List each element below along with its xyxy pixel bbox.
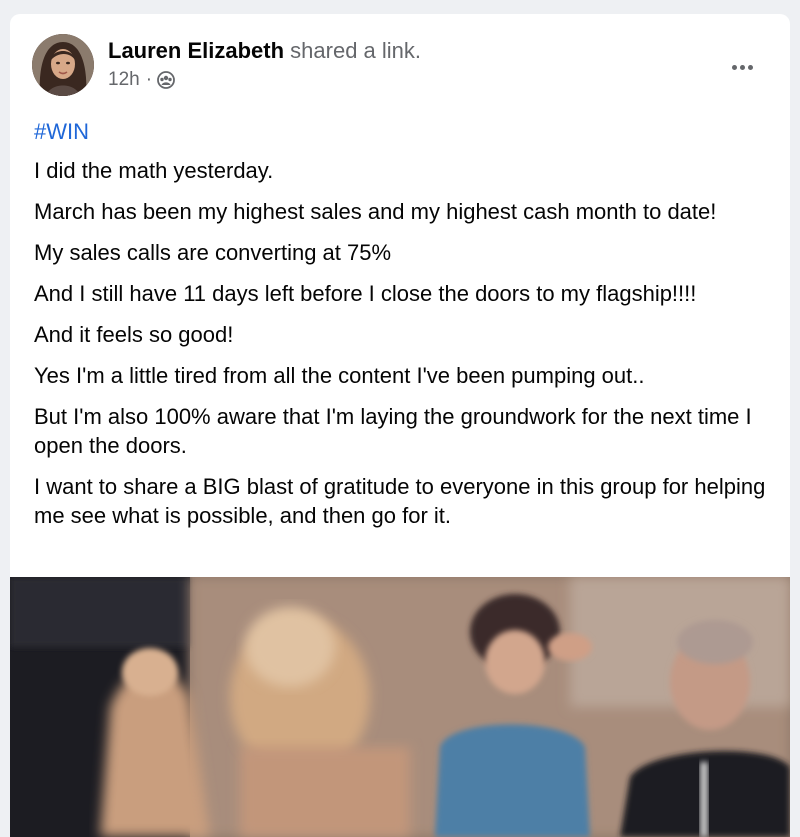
group-icon (157, 71, 175, 89)
post-body: #WIN I did the math yesterday. March has… (10, 110, 790, 530)
post-action: shared a link. (290, 38, 422, 63)
post-paragraph: I want to share a BIG blast of gratitude… (34, 474, 766, 528)
link-preview-image[interactable] (10, 577, 790, 837)
avatar[interactable] (32, 34, 94, 96)
author-line: Lauren Elizabeth shared a link. (108, 38, 421, 64)
post-paragraph: And it feels so good! (34, 322, 234, 347)
post-meta: 12h · (108, 69, 175, 91)
post-paragraph: But I'm also 100% aware that I'm laying … (34, 404, 752, 458)
more-options-button[interactable] (724, 54, 760, 80)
post-timestamp[interactable]: 12h (108, 69, 140, 91)
hashtag-link[interactable]: #WIN (34, 118, 766, 146)
post-paragraph: I did the math yesterday. (34, 158, 274, 183)
more-horizontal-icon (731, 64, 737, 70)
post-paragraph: And I still have 11 days left before I c… (34, 281, 697, 306)
post-paragraph: My sales calls are converting at 75% (34, 240, 392, 265)
post-header: Lauren Elizabeth shared a link. 12h · (10, 14, 790, 110)
author-name[interactable]: Lauren Elizabeth (108, 38, 284, 63)
post-paragraph: March has been my highest sales and my h… (34, 199, 717, 224)
meta-separator: · (145, 69, 153, 90)
post-paragraph: Yes I'm a little tired from all the cont… (34, 363, 645, 388)
post-card: Lauren Elizabeth shared a link. 12h · #W… (10, 14, 790, 837)
